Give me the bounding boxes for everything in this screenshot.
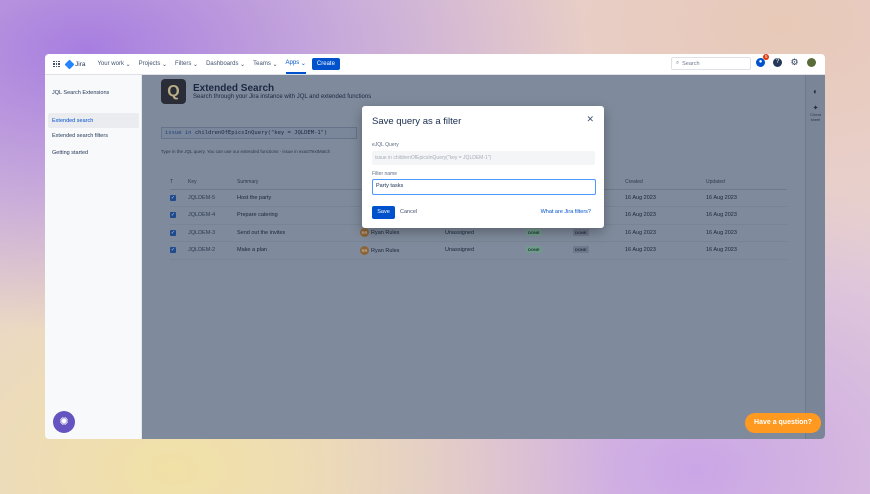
- reporter: Unassigned: [445, 241, 526, 260]
- sidebar: JQL Search Extensions Extended search Ex…: [45, 75, 142, 439]
- status-badge: DONE: [526, 246, 542, 254]
- save-filter-dialog: Save query as a filter ✕ eJQL Query issu…: [362, 106, 604, 228]
- jira-logo[interactable]: Jira: [64, 59, 86, 69]
- filter-name-input[interactable]: Party tasks: [372, 179, 596, 195]
- assignee: RR Ryan Rules: [360, 241, 445, 260]
- search-icon: ⌕: [676, 60, 680, 66]
- sidebar-item-getting-started[interactable]: Getting started: [48, 145, 139, 160]
- sparkle-icon[interactable]: ✦: [806, 104, 825, 112]
- search-input[interactable]: ⌕ Search: [671, 57, 751, 70]
- right-panel: ◐ ✦ Cheat sheet: [805, 75, 825, 439]
- save-button[interactable]: Save: [372, 206, 395, 219]
- avatar: RR: [360, 245, 369, 255]
- notifications-icon[interactable]: ● 5: [756, 54, 769, 67]
- nav-apps[interactable]: Apps ⌄: [285, 54, 306, 74]
- avatar[interactable]: [807, 58, 816, 67]
- issue-key[interactable]: JQLDEM-4: [188, 206, 237, 225]
- created-date: 16 Aug 2023: [625, 189, 706, 207]
- created-date: 16 Aug 2023: [625, 241, 706, 260]
- nav-your-work[interactable]: Your work ⌄: [97, 54, 130, 74]
- create-button[interactable]: Create: [311, 58, 340, 70]
- status-badge: DONE: [526, 228, 542, 236]
- close-icon[interactable]: ✕: [586, 114, 594, 125]
- page-subtitle: Search through your Jira instance with J…: [193, 94, 372, 100]
- settings-icon[interactable]: ⚙: [790, 58, 799, 67]
- jql-input[interactable]: issue in childrenOfEpicsInQuery("key = J…: [161, 127, 357, 139]
- updated-date: 16 Aug 2023: [706, 241, 787, 260]
- sidebar-title: JQL Search Extensions: [52, 90, 110, 96]
- sidebar-item-extended-search-filters[interactable]: Extended search filters: [48, 128, 139, 143]
- col-type: T: [170, 175, 188, 190]
- status: DONE: [526, 241, 573, 260]
- jql-hint: Type in the JQL query. You can use our e…: [161, 149, 331, 154]
- query-label: eJQL Query: [372, 142, 399, 148]
- issue-summary[interactable]: Make a plan: [237, 241, 360, 260]
- jira-filters-help-link[interactable]: What are Jira filters?: [541, 206, 591, 219]
- dialog-title: Save query as a filter: [372, 116, 462, 127]
- col-updated: Updated: [706, 175, 787, 190]
- resolution-badge: DONE: [573, 246, 589, 254]
- col-key: Key: [188, 175, 237, 190]
- issue-key[interactable]: JQLDEM-2: [188, 241, 237, 260]
- task-type-icon: ✓: [170, 229, 176, 236]
- resolution: DONE: [573, 241, 625, 260]
- created-date: 16 Aug 2023: [625, 206, 706, 225]
- issue-key[interactable]: JQLDEM-5: [188, 189, 237, 207]
- app-fab-button[interactable]: ✺: [53, 411, 75, 433]
- updated-date: 16 Aug 2023: [706, 224, 787, 242]
- col-summary: Summary: [237, 175, 360, 190]
- sidebar-item-extended-search[interactable]: Extended search: [48, 113, 139, 128]
- nav-projects[interactable]: Projects ⌄: [139, 54, 167, 74]
- resolution-badge: DONE: [573, 228, 589, 236]
- extension-icon[interactable]: ◐: [806, 87, 825, 96]
- product-name: Jira: [75, 60, 86, 68]
- cancel-button[interactable]: Cancel: [400, 206, 417, 219]
- task-type-icon: ✓: [170, 247, 176, 254]
- issue-key[interactable]: JQLDEM-3: [188, 224, 237, 242]
- task-type-icon: ✓: [170, 194, 176, 201]
- have-a-question-button[interactable]: Have a question?: [745, 413, 821, 433]
- cheat-sheet-link[interactable]: Cheat sheet: [806, 112, 825, 122]
- filter-name-label: Filter name: [372, 171, 398, 177]
- help-icon[interactable]: ?: [773, 58, 782, 67]
- updated-date: 16 Aug 2023: [706, 189, 787, 207]
- app-switcher-icon[interactable]: [53, 60, 60, 68]
- issue-summary[interactable]: Send out the invites: [237, 224, 360, 242]
- app-window: Jira Your work ⌄ Projects ⌄ Filters ⌄ Da…: [45, 54, 825, 439]
- issue-summary[interactable]: Prepare catering: [237, 206, 360, 225]
- top-nav: Jira Your work ⌄ Projects ⌄ Filters ⌄ Da…: [45, 54, 825, 75]
- table-row[interactable]: ✓ JQLDEM-2 Make a plan RR Ryan Rules Unas…: [170, 241, 787, 260]
- query-field: issue in childrenOfEpicsInQuery("key = J…: [372, 151, 595, 165]
- page-title: Extended Search: [193, 83, 275, 94]
- created-date: 16 Aug 2023: [625, 224, 706, 242]
- avatar: RR: [360, 228, 369, 238]
- notification-badge: 5: [763, 54, 769, 60]
- updated-date: 16 Aug 2023: [706, 206, 787, 225]
- task-type-icon: ✓: [170, 212, 176, 219]
- nav-teams[interactable]: Teams ⌄: [253, 54, 277, 74]
- issue-summary[interactable]: Host the party: [237, 189, 360, 207]
- extended-search-logo-icon: Q: [161, 79, 186, 104]
- nav-filters[interactable]: Filters ⌄: [175, 54, 198, 74]
- col-created: Created: [625, 175, 706, 190]
- nav-dashboards[interactable]: Dashboards ⌄: [206, 54, 245, 74]
